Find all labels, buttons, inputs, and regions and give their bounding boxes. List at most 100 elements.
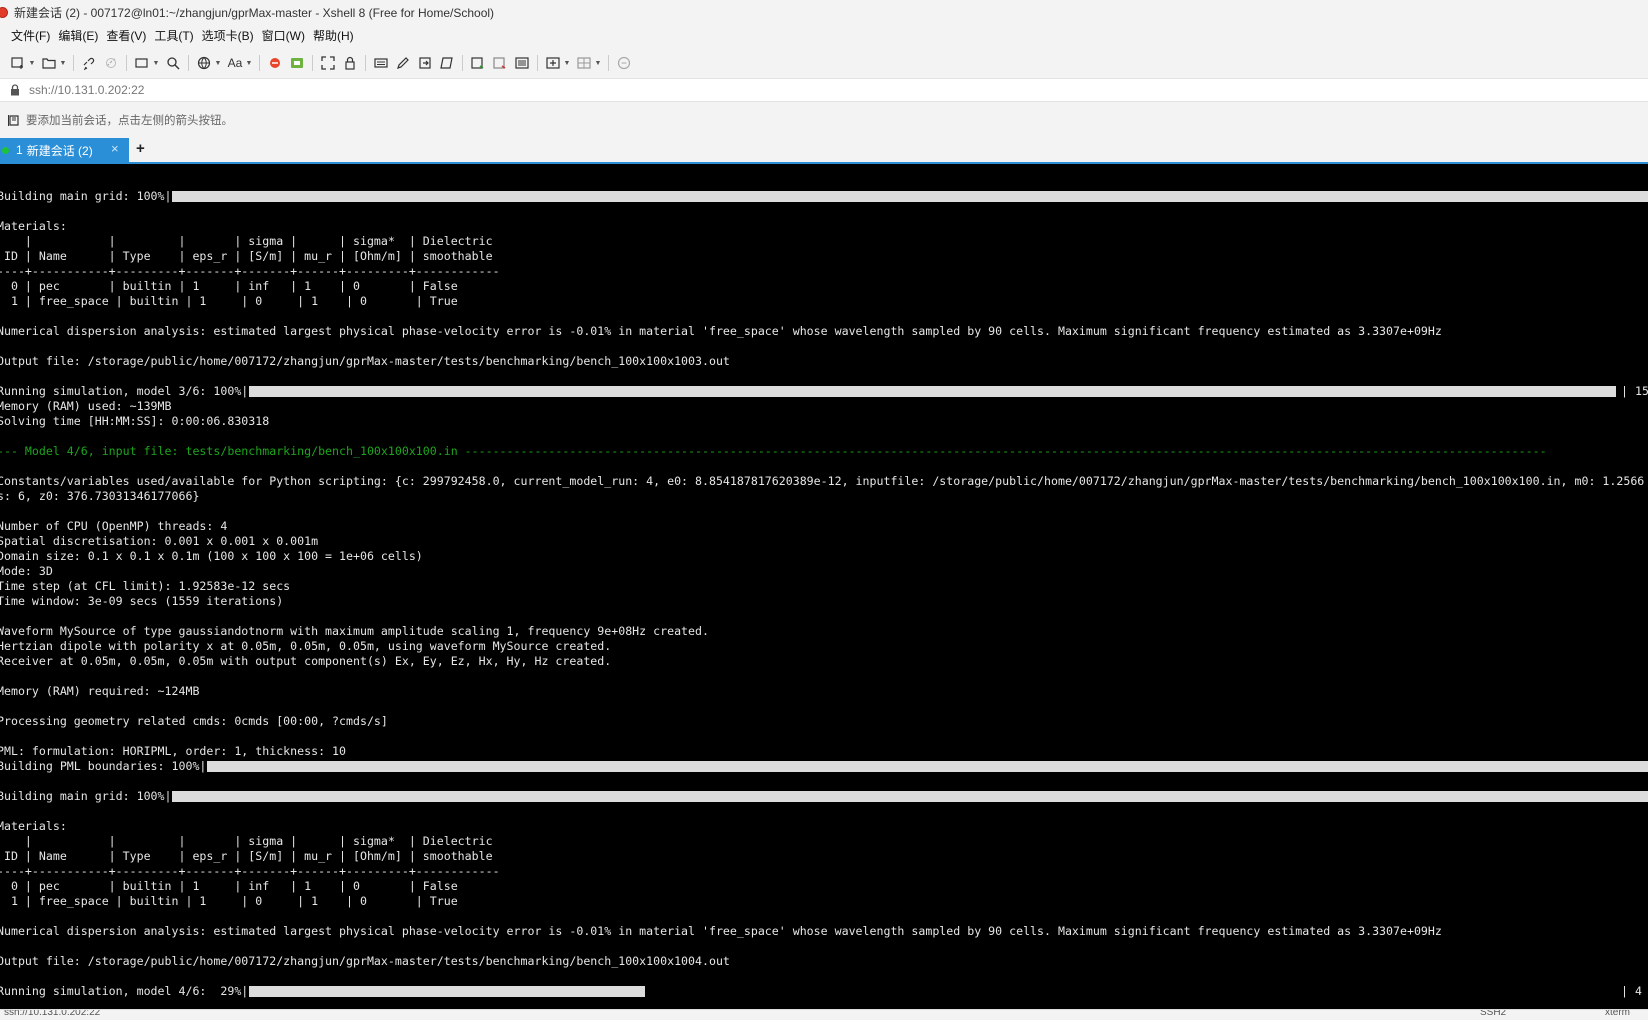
status-protocol: SSH2 (1480, 1009, 1507, 1018)
menu-file[interactable]: 文件(F) (10, 27, 57, 44)
xftp-icon[interactable] (264, 52, 286, 74)
terminal-line: 1 | free_space | builtin | 1 | 0 | 1 | 0… (0, 294, 1644, 309)
new-tab-icon[interactable] (542, 52, 564, 74)
toolbar-divider (126, 55, 127, 71)
compose-icon[interactable] (392, 52, 414, 74)
terminal-line: Constants/variables used/available for P… (0, 474, 1644, 489)
terminal-line: Building main grid: 100%| (0, 189, 1648, 204)
terminal-line-text: Materials: (0, 219, 67, 233)
chevron-down-icon[interactable]: ▼ (595, 52, 602, 74)
terminal-line-text: Receiver at 0.05m, 0.05m, 0.05m with out… (0, 654, 612, 668)
terminal-line-text: ID | Name | Type | eps_r | [S/m] | mu_r … (0, 849, 493, 863)
properties-icon[interactable] (131, 52, 153, 74)
disconnect-icon[interactable] (100, 52, 122, 74)
new-session-icon[interactable] (7, 52, 29, 74)
terminal-line-text: Running simulation, model 3/6: 100%| (0, 384, 249, 398)
terminal-line-text: Time step (at CFL limit): 1.92583e-12 se… (0, 579, 291, 593)
add-tab-button[interactable]: + (136, 140, 145, 157)
terminal-line: Building PML boundaries: 100%| (0, 759, 1648, 774)
terminal-line: Memory (RAM) used: ~139MB (0, 399, 1644, 414)
script-icon[interactable] (436, 52, 458, 74)
terminal-line-text: Memory (RAM) required: ~124MB (0, 684, 200, 698)
address-bar[interactable]: ssh://10.131.0.202:22 (0, 78, 1648, 102)
menu-window[interactable]: 窗口(W) (261, 27, 312, 44)
terminal-line: Time window: 3e-09 secs (1559 iterations… (0, 594, 1644, 609)
log-icon[interactable] (489, 52, 511, 74)
terminal-line-text: Output file: /storage/public/home/007172… (0, 954, 730, 968)
progress-suffix: | 4 (1621, 984, 1642, 998)
terminal-line: ID | Name | Type | eps_r | [S/m] | mu_r … (0, 849, 1644, 864)
font-icon[interactable]: Aa (224, 52, 246, 74)
status-connection: ssh://10.131.0.202:22 (4, 1009, 101, 1018)
chevron-down-icon[interactable]: ▼ (153, 52, 160, 74)
keyboard-icon[interactable] (370, 52, 392, 74)
menu-view[interactable]: 查看(V) (105, 27, 153, 44)
send-icon[interactable] (414, 52, 436, 74)
terminal-line-text: PML: formulation: HORIPML, order: 1, thi… (0, 744, 347, 758)
lock-icon[interactable] (339, 52, 361, 74)
terminal-line: s: 6, z0: 376.73031346177066} (0, 489, 1644, 504)
menu-tab[interactable]: 选项卡(B) (201, 27, 261, 44)
terminal-line-text: Building main grid: 100%| (0, 789, 172, 803)
terminal-line: 1 | free_space | builtin | 1 | 0 | 1 | 0… (0, 894, 1644, 909)
terminal-line: Mode: 3D (0, 564, 1644, 579)
terminal-line: Processing geometry related cmds: 0cmds … (0, 714, 1644, 729)
globe-icon[interactable] (193, 52, 215, 74)
layout-icon[interactable] (573, 52, 595, 74)
chevron-down-icon[interactable]: ▼ (29, 52, 36, 74)
close-icon[interactable]: × (111, 141, 119, 156)
menu-tools[interactable]: 工具(T) (153, 27, 200, 44)
search-icon[interactable] (162, 52, 184, 74)
terminal-line-text: 1 | free_space | builtin | 1 | 0 | 1 | 0… (0, 294, 458, 308)
terminal-line: ----+-----------+---------+-------+-----… (0, 864, 1644, 879)
terminal-line: 0 | pec | builtin | 1 | inf | 1 | 0 | Fa… (0, 879, 1644, 894)
open-folder-icon[interactable] (38, 52, 60, 74)
terminal-output: Building main grid: 100%| Materials: | | … (0, 189, 1648, 999)
terminal-line-text: Memory (RAM) used: ~139MB (0, 399, 172, 413)
chevron-down-icon[interactable]: ▼ (215, 52, 222, 74)
tab-label: 新建会话 (2) (26, 143, 93, 158)
menu-edit[interactable]: 编辑(E) (57, 27, 105, 44)
tab-session[interactable]: 1 新建会话 (2) × (0, 138, 129, 162)
fullscreen-icon[interactable] (317, 52, 339, 74)
terminal-line-text: ----+-----------+---------+-------+-----… (0, 864, 500, 878)
progress-bar (172, 191, 1648, 202)
terminal-line-text: --- Model 4/6, input file: tests/benchma… (0, 444, 1547, 458)
terminal[interactable]: Building main grid: 100%| Materials: | | … (0, 164, 1648, 1009)
terminal-line: Building main grid: 100%| (0, 789, 1648, 804)
toolbar-divider (259, 55, 260, 71)
terminal-line-text: s: 6, z0: 376.73031346177066} (0, 489, 200, 503)
toolbar-divider (608, 55, 609, 71)
terminal-line: Output file: /storage/public/home/007172… (0, 954, 1644, 969)
session-address[interactable]: ssh://10.131.0.202:22 (29, 83, 144, 97)
progress-bar (207, 761, 1648, 772)
terminal-line-text: ----+-----------+---------+-------+-----… (0, 264, 500, 278)
title-bar: 新建会话 (2) - 007172@ln01:~/zhangjun/gprMax… (0, 0, 1648, 24)
chat-icon[interactable] (613, 52, 635, 74)
progress-suffix: | 15 (1621, 384, 1648, 398)
transfer-icon[interactable] (467, 52, 489, 74)
xmanager-icon[interactable] (286, 52, 308, 74)
menu-help[interactable]: 帮助(H) (312, 27, 361, 44)
chevron-down-icon[interactable]: ▼ (60, 52, 67, 74)
terminal-line-text: 0 | pec | builtin | 1 | inf | 1 | 0 | Fa… (0, 279, 458, 293)
add-session-icon[interactable] (8, 114, 21, 127)
toolbar-divider (73, 55, 74, 71)
terminal-line-text: | | | | sigma | | sigma* | Dielectric (0, 234, 493, 248)
terminal-line: Time step (at CFL limit): 1.92583e-12 se… (0, 579, 1644, 594)
terminal-line: Numerical dispersion analysis: estimated… (0, 924, 1644, 939)
chevron-down-icon[interactable]: ▼ (246, 52, 253, 74)
toolbar-divider (537, 55, 538, 71)
terminal-line: Waveform MySource of type gaussiandotnor… (0, 624, 1644, 639)
terminal-line-text: Number of CPU (OpenMP) threads: 4 (0, 519, 228, 533)
chevron-down-icon[interactable]: ▼ (564, 52, 571, 74)
terminal-line-text: ID | Name | Type | eps_r | [S/m] | mu_r … (0, 249, 493, 263)
list-icon[interactable] (511, 52, 533, 74)
terminal-line-text: Numerical dispersion analysis: estimated… (0, 924, 1442, 938)
reconnect-icon[interactable] (78, 52, 100, 74)
